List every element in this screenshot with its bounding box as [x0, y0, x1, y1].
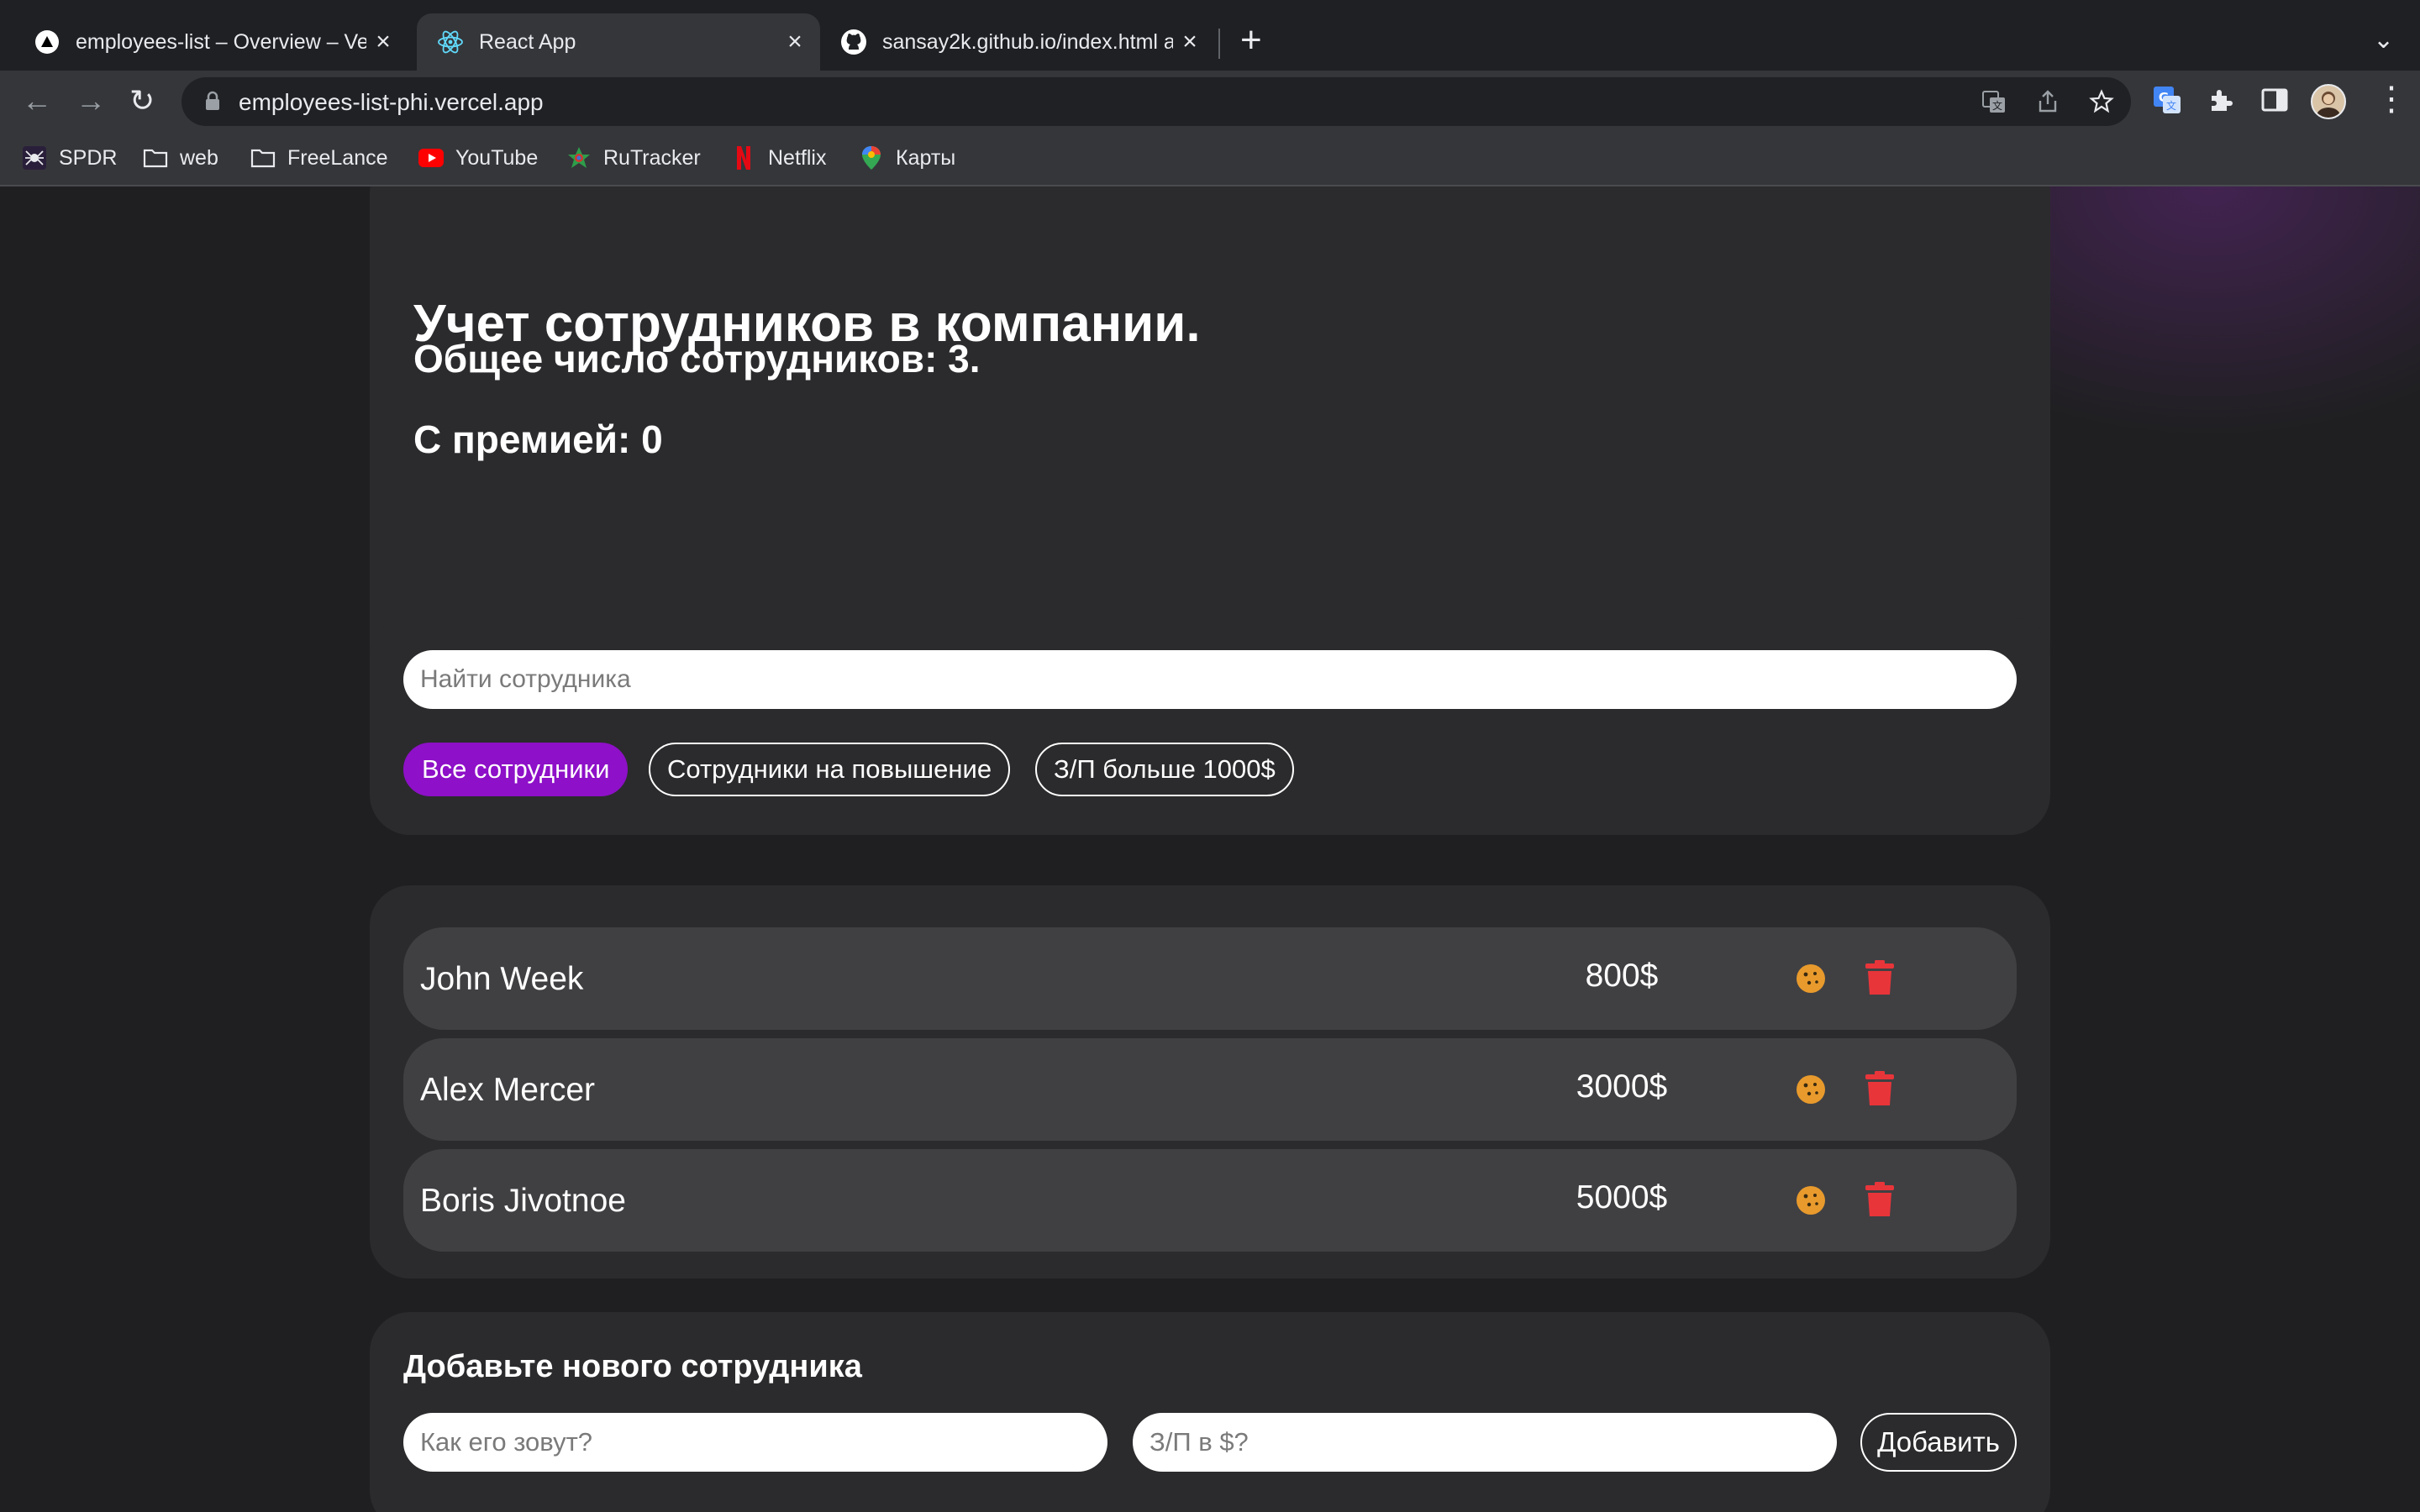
bookmark-rutracker[interactable]: RuTracker [566, 143, 701, 173]
extensions-puzzle-icon[interactable] [2207, 86, 2235, 114]
folder-icon [250, 145, 276, 171]
close-icon[interactable]: × [1173, 28, 1207, 56]
lock-icon [206, 91, 219, 110]
total-employees-text: Общее число сотрудников: 3. [413, 337, 981, 381]
bookmark-maps[interactable]: Карты [859, 143, 955, 173]
bookmark-label: Карты [896, 145, 956, 170]
react-icon [437, 29, 464, 55]
close-icon[interactable]: × [778, 28, 812, 56]
share-icon[interactable] [2035, 89, 2060, 114]
list-item: Boris Jivotnoe 5000$ [403, 1149, 2017, 1252]
list-item: Alex Mercer 3000$ [403, 1038, 2017, 1141]
vercel-icon [34, 29, 60, 55]
new-employee-name-input[interactable] [403, 1413, 1107, 1472]
tab-separator [1218, 29, 1220, 59]
employee-salary[interactable]: 5000$ [1555, 1179, 1689, 1216]
employee-salary[interactable]: 3000$ [1555, 1068, 1689, 1105]
bookmarks-bar: SPDR web FreeLance YouTube RuTracker Net… [0, 131, 2420, 186]
netflix-icon [731, 145, 756, 171]
close-icon[interactable]: × [366, 28, 400, 56]
tab-title: employees-list – Overview – Vercel [76, 29, 366, 54]
svg-text:文: 文 [1992, 99, 2002, 112]
github-icon [840, 29, 867, 55]
new-tab-button[interactable]: + [1240, 22, 1262, 59]
back-button[interactable]: ← [22, 82, 52, 119]
filter-all-button[interactable]: Все сотрудники [403, 743, 629, 796]
search-input[interactable] [403, 650, 2017, 709]
bookmark-netflix[interactable]: Netflix [731, 143, 826, 173]
new-employee-salary-input[interactable] [1133, 1413, 1837, 1472]
translate-icon[interactable]: 文 [1981, 89, 2007, 114]
cookie-icon[interactable] [1795, 1074, 1827, 1105]
side-panel-icon[interactable] [2260, 86, 2289, 114]
employee-name[interactable]: Boris Jivotnoe [420, 1183, 626, 1220]
page-content: Учет сотрудников в компании. Общее число… [0, 186, 2420, 1512]
cookie-icon[interactable] [1795, 963, 1827, 995]
filter-promotion-button[interactable]: Сотрудники на повышение [649, 743, 1011, 796]
trash-icon[interactable] [1864, 959, 1896, 996]
tab-title: React App [479, 29, 576, 54]
tab-title: sansay2k.github.io/index.html at [882, 29, 1173, 54]
bookmark-freelance[interactable]: FreeLance [250, 143, 388, 173]
bookmark-youtube[interactable]: YouTube [418, 143, 538, 173]
bookmark-label: YouTube [455, 145, 539, 170]
spider-icon [22, 145, 47, 171]
employee-name[interactable]: John Week [420, 961, 583, 998]
search-panel: Все сотрудники Сотрудники на повышение З… [370, 617, 2050, 835]
bookmark-label: web [180, 145, 218, 170]
bookmark-label: FreeLance [287, 145, 388, 170]
bookmark-spdr[interactable]: SPDR [22, 143, 117, 173]
google-translate-extension-icon[interactable]: G 文 [2153, 86, 2181, 114]
rutracker-icon [566, 145, 592, 171]
bookmark-label: RuTracker [603, 145, 701, 170]
add-form-title: Добавьте нового сотрудника [403, 1349, 862, 1384]
address-bar[interactable]: employees-list-phi.vercel.app 文 [182, 77, 2131, 126]
add-employee-form: Добавьте нового сотрудника Добавить [370, 1312, 2050, 1512]
tab-search-chevron-icon[interactable]: ⌄ [2373, 25, 2394, 55]
bookmark-web[interactable]: web [143, 143, 218, 173]
bonus-count-text: С премией: 0 [413, 417, 663, 461]
reload-button[interactable]: ↻ [129, 82, 155, 119]
bookmark-label: Netflix [768, 145, 827, 170]
add-employee-button[interactable]: Добавить [1860, 1413, 2017, 1472]
filter-salary-button[interactable]: З/П больше 1000$ [1035, 743, 1294, 796]
browser-menu-icon[interactable]: ⋮ [2375, 81, 2408, 118]
browser-toolbar: ← → ↻ employees-list-phi.vercel.app 文 G … [0, 71, 2420, 131]
tab-react-app[interactable]: React App × [417, 13, 820, 71]
forward-button[interactable]: → [76, 82, 106, 119]
profile-avatar[interactable] [2311, 84, 2346, 119]
trash-icon[interactable] [1864, 1070, 1896, 1107]
tab-strip: employees-list – Overview – Vercel × Rea… [0, 0, 2420, 77]
employees-list: John Week 800$ Alex Mercer 3000$ Boris J… [370, 885, 2050, 1278]
folder-icon [143, 145, 168, 171]
tab-github[interactable]: sansay2k.github.io/index.html at × [820, 13, 1215, 71]
employee-salary[interactable]: 800$ [1555, 958, 1689, 995]
url-text: employees-list-phi.vercel.app [239, 89, 544, 115]
maps-icon [859, 145, 884, 171]
star-icon[interactable] [2089, 89, 2114, 114]
tab-vercel[interactable]: employees-list – Overview – Vercel × [13, 13, 408, 71]
cookie-icon[interactable] [1795, 1184, 1827, 1216]
youtube-icon [418, 145, 444, 171]
svg-text:文: 文 [2166, 99, 2176, 112]
bookmark-label: SPDR [59, 145, 118, 170]
trash-icon[interactable] [1864, 1181, 1896, 1218]
list-item: John Week 800$ [403, 927, 2017, 1030]
employee-name[interactable]: Alex Mercer [420, 1072, 595, 1109]
